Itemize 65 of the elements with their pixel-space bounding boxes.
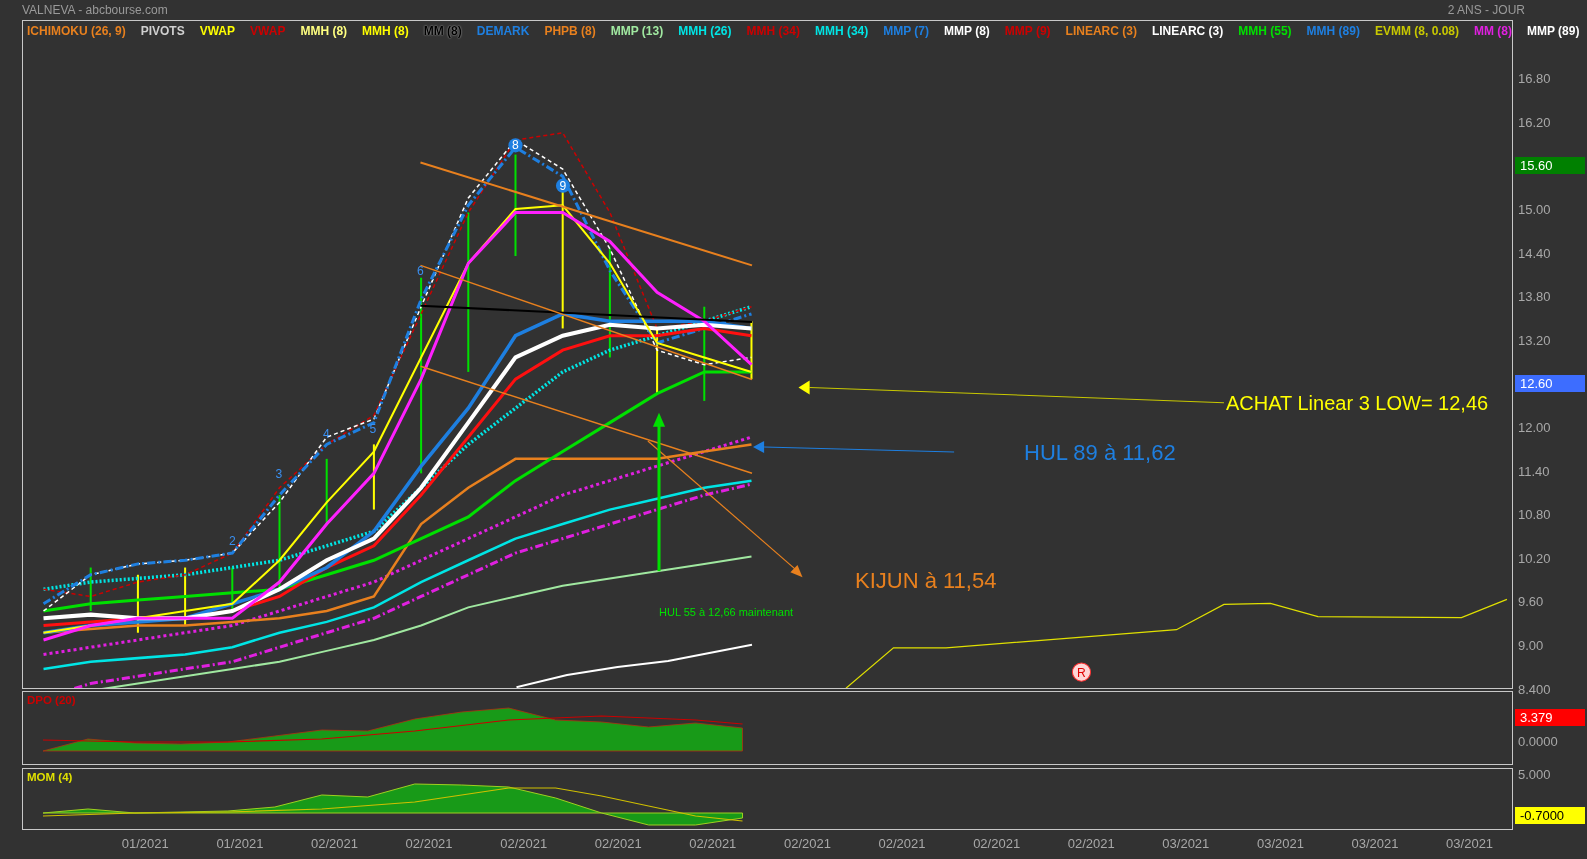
indicator-legend-item[interactable]: MMH (8) (362, 24, 409, 38)
indicator-legend-item[interactable]: MMP (89) (1527, 24, 1580, 38)
value-badge: 3.379 (1515, 708, 1585, 726)
axis-tick-label: 9.00 (1517, 638, 1544, 653)
indicator-legend-item[interactable]: MMP (8) (944, 24, 990, 38)
axis-tick-label: 14.40 (1517, 245, 1551, 261)
wave-count-label: 4 (323, 426, 330, 441)
axis-tick-label: 10.80 (1517, 507, 1551, 523)
axis-tick-label: 0.0000 (1517, 733, 1558, 749)
axis-tick-label: 16.80 (1517, 71, 1551, 87)
date-tick-label: 02/2021 (500, 836, 548, 851)
annotation-label: ACHAT Linear 3 LOW= 12,46 (1226, 391, 1489, 415)
annotation-label: KIJUN à 11,54 (855, 568, 997, 595)
indicator-legend-item[interactable]: MMH (26) (678, 24, 732, 38)
price-badge: 15.60 (1515, 157, 1585, 175)
date-tick-label: 03/2021 (1351, 836, 1399, 851)
axis-tick-label: 13.80 (1517, 289, 1551, 305)
wave-count-label: 5 (369, 421, 377, 436)
indicator-legend-item[interactable]: PHPB (8) (544, 24, 596, 38)
indicator-legend-item[interactable]: LINEARC (3) (1065, 24, 1137, 38)
signal-marker: R (1071, 662, 1092, 682)
date-tick-label: 02/2021 (594, 836, 642, 851)
indicator-legend-item[interactable]: MMH (55) (1238, 24, 1292, 38)
price-badge: 12.60 (1515, 375, 1585, 393)
date-tick-label: 02/2021 (973, 836, 1021, 851)
chart-title: VALNEVA - abcbourse.com (22, 3, 168, 17)
annotation-label: HUL 89 à 11,62 (1024, 440, 1176, 467)
date-tick-label: 01/2021 (121, 836, 169, 851)
date-tick-label: 02/2021 (311, 836, 358, 851)
indicator-legend-item[interactable]: LINEARC (3) (1151, 24, 1224, 38)
wave-count-label: 2 (229, 533, 236, 548)
date-tick-label: 02/2021 (1067, 836, 1115, 851)
wave-count-label: 6 (417, 264, 424, 279)
date-tick-label: 01/2021 (216, 836, 264, 851)
value-badge: -0.7000 (1515, 807, 1585, 824)
axis-tick-label: 8.400 (1517, 681, 1551, 697)
panel-title: DPO (20) (27, 694, 76, 706)
indicator-legend-item[interactable]: MMP (13) (610, 24, 664, 38)
axis-tick-label: 5.000 (1517, 767, 1551, 782)
indicator-legend-item[interactable]: ICHIMOKU (26, 9) (27, 24, 126, 38)
indicator-legend-item[interactable]: PIVOTS (140, 24, 185, 38)
axis-tick-label: 15.00 (1517, 202, 1551, 218)
axis-tick-label: 11.40 (1517, 463, 1550, 479)
date-tick-label: 02/2021 (783, 836, 831, 851)
date-tick-label: 03/2021 (1162, 836, 1210, 851)
wave-count-badge: 9 (555, 178, 571, 193)
wave-count-badge: 8 (508, 138, 523, 153)
indicator-legend-item[interactable]: VWAP (199, 24, 236, 38)
axis-tick-label: 16.20 (1517, 114, 1551, 130)
date-tick-label: 02/2021 (878, 836, 926, 851)
indicator-legend-item[interactable]: MMH (34) (814, 24, 869, 38)
date-tick-label: 03/2021 (1256, 836, 1304, 851)
axis-tick-label: 12.00 (1517, 420, 1551, 436)
axis-tick-label: 10.20 (1517, 550, 1551, 566)
date-tick-label: 03/2021 (1446, 836, 1494, 851)
panel-title: MOM (4) (27, 771, 73, 783)
indicator-legend-item[interactable]: MMH (8) (300, 24, 348, 38)
period-label[interactable]: 2 ANS - JOUR (1447, 3, 1525, 17)
axis-tick-label: 13.20 (1517, 332, 1551, 348)
indicator-legend-item[interactable]: EVMM (8, 0.08) (1374, 24, 1459, 38)
annotation-label: HUL 55 à 12,66 maintenant (659, 606, 794, 620)
wave-count-label: 3 (275, 467, 283, 482)
date-tick-label: 02/2021 (405, 836, 453, 851)
date-tick-label: 02/2021 (689, 836, 737, 851)
axis-tick-label: 9.60 (1517, 594, 1544, 610)
